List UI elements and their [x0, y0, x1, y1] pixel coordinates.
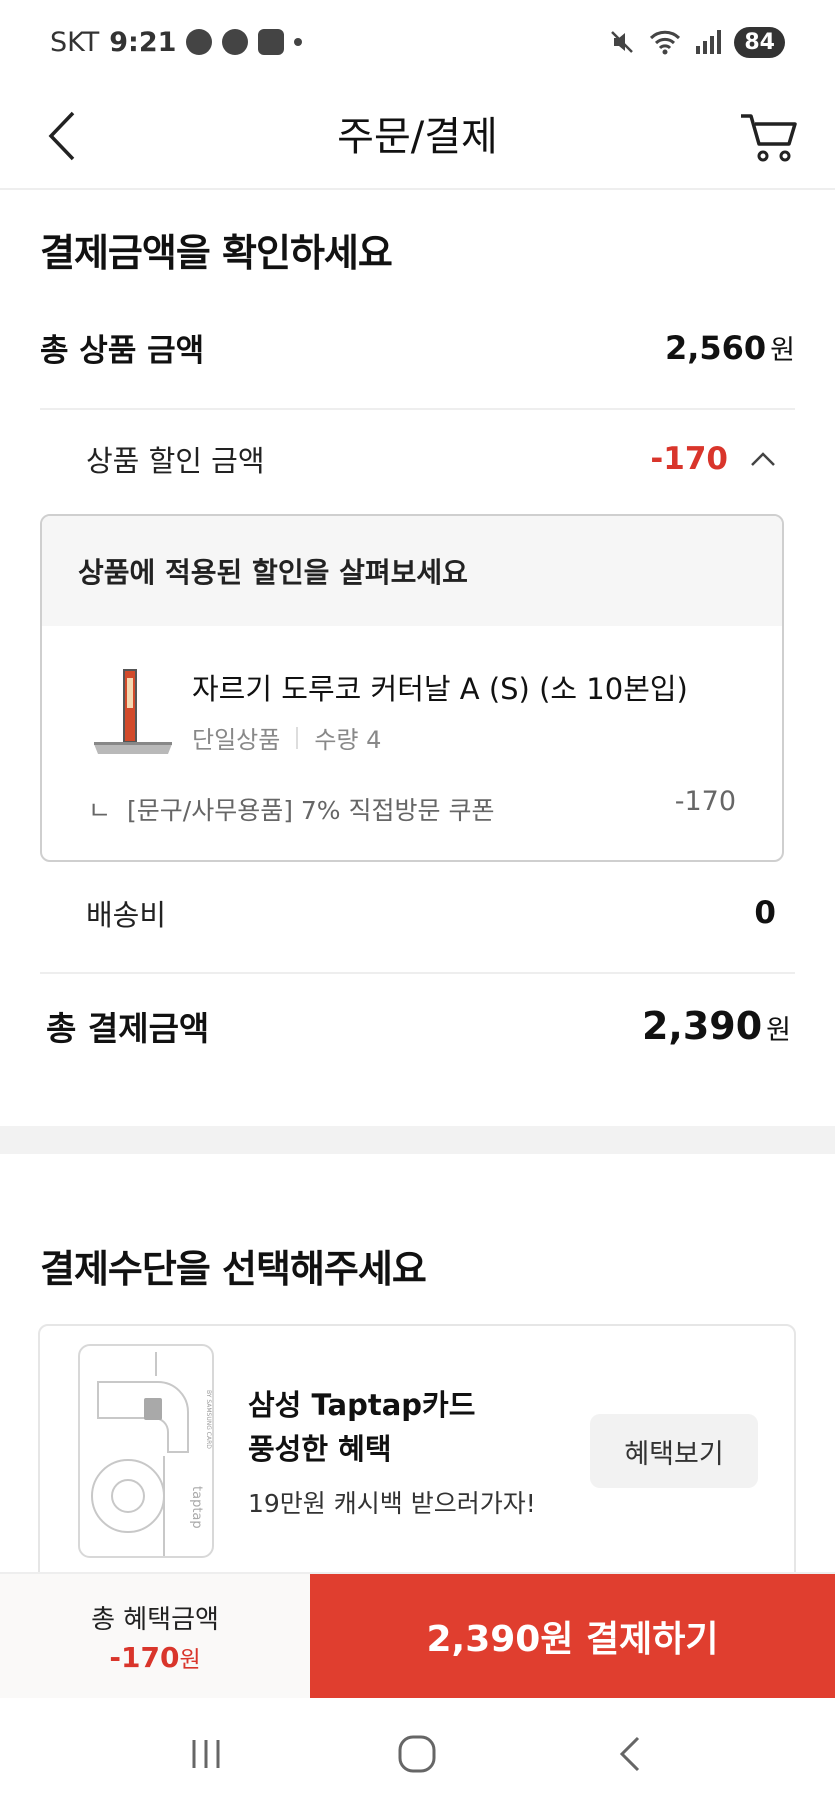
- benefit-value: -170원: [109, 1640, 200, 1674]
- card-issuer-text: BY SAMSUNG CARD: [205, 1390, 212, 1449]
- benefit-summary: 총 혜택금액 -170원: [0, 1574, 310, 1698]
- payment-summary-heading: 결제금액을 확인하세요: [40, 231, 393, 275]
- payment-method-section: 결제수단을 선택해주세요 BY SAMSUNG CARD taptap 삼성 T…: [0, 1154, 835, 1584]
- status-left: SKT 9:21: [50, 26, 303, 58]
- total-product-amount: 2,560: [664, 328, 767, 367]
- cart-button[interactable]: [737, 104, 801, 168]
- coupon-line: ㄴ [문구/사무용품] 7% 직접방문 쿠폰: [88, 791, 494, 827]
- card-promo-box[interactable]: BY SAMSUNG CARD taptap 삼성 Taptap카드 풍성한 혜…: [38, 1324, 796, 1584]
- coupon-amount: -170: [674, 786, 736, 817]
- card-subtitle: 풍성한 혜택: [248, 1432, 392, 1466]
- back-arrow-icon: [620, 1736, 640, 1771]
- aperture-icon: [186, 29, 213, 55]
- system-back-button[interactable]: [589, 1724, 669, 1784]
- discount-value: -170: [650, 441, 776, 477]
- wifi-icon: [650, 30, 681, 55]
- grand-total-label: 총 결제금액: [46, 1009, 210, 1048]
- clock: 9:21: [109, 26, 177, 58]
- divider: [40, 972, 795, 974]
- discount-label: 상품 할인 금액: [86, 444, 265, 478]
- system-nav-bar: [0, 1698, 835, 1809]
- page-title: 주문/결제: [337, 114, 498, 160]
- grand-total-value: 2,390 원: [642, 1004, 791, 1048]
- divider: [40, 408, 795, 410]
- notification-dot-icon: [294, 38, 303, 46]
- card-description: 19만원 캐시백 받으러가자!: [248, 1489, 536, 1518]
- total-product-label: 총 상품 금액: [40, 332, 205, 369]
- total-product-row: 총 상품 금액 2,560 원: [40, 324, 795, 370]
- benefit-amount: -170: [109, 1640, 180, 1674]
- mute-icon: [611, 31, 634, 53]
- app-header: 주문/결제: [0, 84, 835, 190]
- discount-box-heading: 상품에 적용된 할인을 살펴보세요: [42, 516, 782, 626]
- grand-total-amount: 2,390: [641, 1004, 763, 1048]
- status-right: 84: [608, 26, 785, 58]
- won-unit: 원: [766, 1015, 791, 1046]
- product-type: 단일상품: [192, 726, 281, 754]
- discount-row[interactable]: 상품 할인 금액 -170: [86, 436, 776, 482]
- total-product-value: 2,560 원: [665, 328, 795, 367]
- discount-amount: -170: [650, 441, 728, 477]
- battery-level: 84: [734, 26, 785, 58]
- benefit-label: 총 혜택금액: [91, 1604, 219, 1635]
- pay-button[interactable]: 2,390원 결제하기: [310, 1574, 835, 1698]
- recents-button[interactable]: [166, 1724, 246, 1784]
- chat-bubble-icon: [222, 29, 249, 55]
- card-brand-text: taptap: [189, 1486, 204, 1529]
- grand-total-row: 총 결제금액 2,390 원: [46, 996, 791, 1056]
- card-title: 삼성 Taptap카드: [248, 1388, 476, 1422]
- product-meta: 단일상품 수량 4: [192, 720, 381, 755]
- payment-method-heading: 결제수단을 선택해주세요: [40, 1247, 427, 1291]
- won-unit: 원: [179, 1646, 201, 1673]
- discount-detail-box: 상품에 적용된 할인을 살펴보세요 자르기 도루코 커터날 A (S) (소 1…: [40, 514, 784, 862]
- recents-icon: [192, 1739, 220, 1768]
- home-button[interactable]: [377, 1724, 457, 1784]
- signal-icon: [696, 30, 722, 54]
- meta-separator: [296, 726, 299, 749]
- won-unit: 원: [770, 334, 795, 366]
- chevron-up-icon[interactable]: [750, 451, 776, 467]
- shipping-label: 배송비: [86, 898, 167, 932]
- carrier-label: SKT: [50, 26, 100, 58]
- shipping-amount: 0: [754, 895, 776, 931]
- product-name: 자르기 도루코 커터날 A (S) (소 10본입): [192, 672, 688, 706]
- bottom-payment-bar: 총 혜택금액 -170원 2,390원 결제하기: [0, 1572, 835, 1698]
- section-separator: [0, 1126, 835, 1154]
- shipping-row: 배송비 0: [86, 890, 776, 936]
- status-bar: SKT 9:21 84: [0, 0, 835, 84]
- payment-summary-section: 결제금액을 확인하세요 총 상품 금액 2,560 원 상품 할인 금액 -170…: [0, 190, 835, 1126]
- product-quantity: 수량 4: [314, 726, 382, 754]
- view-benefits-button[interactable]: 혜택보기: [590, 1414, 758, 1488]
- cart-icon: [741, 114, 797, 162]
- shield-icon: [258, 29, 285, 55]
- card-image: BY SAMSUNG CARD taptap: [78, 1344, 214, 1558]
- product-thumbnail: [90, 666, 176, 758]
- coupon-name: [문구/사무용품] 7% 직접방문 쿠폰: [127, 796, 495, 825]
- coupon-prefix: ㄴ: [88, 796, 112, 825]
- home-icon: [398, 1735, 436, 1772]
